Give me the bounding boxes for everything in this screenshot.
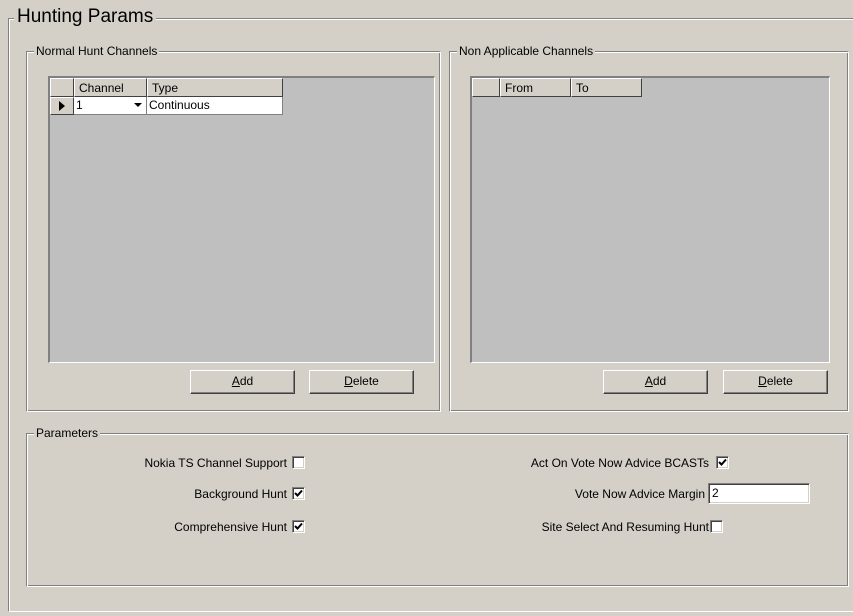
column-header-to[interactable]: To (571, 78, 642, 97)
non-applicable-add-button[interactable]: Add (603, 370, 708, 394)
add-accel-letter: A (644, 374, 653, 388)
check-icon (294, 522, 303, 530)
comprehensive-hunt-checkbox[interactable] (292, 520, 305, 533)
channel-value: 1 (76, 98, 83, 112)
normal-hunt-channels-title: Normal Hunt Channels (34, 44, 160, 58)
parameters-title: Parameters (34, 426, 101, 440)
column-header-from[interactable]: From (500, 78, 571, 97)
act-on-vote-now-advice-label: Act On Vote Now Advice BCASTs (530, 456, 709, 470)
vote-now-advice-margin-input[interactable]: 2 (708, 483, 810, 504)
channel-dropdown-button[interactable] (130, 97, 146, 113)
nokia-ts-channel-support-label: Nokia TS Channel Support (144, 456, 287, 470)
non-applicable-grid[interactable]: From To (470, 76, 830, 363)
channel-cell[interactable]: 1 (74, 97, 147, 115)
hunting-params-title: Hunting Params (14, 6, 157, 28)
act-on-vote-now-advice-checkbox[interactable] (716, 456, 729, 469)
normal-add-button[interactable]: Add (190, 370, 295, 394)
column-header-type[interactable]: Type (147, 78, 283, 97)
vote-now-advice-margin-label: Vote Now Advice Margin (574, 487, 705, 501)
non-applicable-delete-button[interactable]: Delete (723, 370, 828, 394)
background-hunt-label: Background Hunt (194, 487, 287, 501)
current-row-arrow-icon (59, 101, 65, 111)
site-select-resuming-hunt-checkbox[interactable] (710, 520, 723, 533)
background-hunt-checkbox[interactable] (292, 487, 305, 500)
grid-corner-header (472, 78, 500, 97)
non-applicable-channels-title: Non Applicable Channels (457, 44, 596, 58)
add-accel-letter: A (231, 374, 240, 388)
type-cell[interactable]: Continuous (147, 97, 283, 115)
check-icon (718, 458, 727, 466)
delete-accel-letter: D (758, 374, 767, 388)
normal-hunt-grid[interactable]: Channel Type 1 Continuous (48, 76, 435, 363)
add-label-rest: dd (239, 374, 254, 388)
site-select-resuming-hunt-label: Site Select And Resuming Hunt (541, 520, 709, 534)
comprehensive-hunt-label: Comprehensive Hunt (174, 520, 287, 534)
delete-label-rest: elete (766, 374, 793, 388)
column-header-channel[interactable]: Channel (74, 78, 147, 97)
row-selector[interactable] (50, 97, 74, 115)
delete-label-rest: elete (352, 374, 379, 388)
nokia-ts-channel-support-checkbox[interactable] (292, 456, 305, 469)
delete-accel-letter: D (344, 374, 353, 388)
normal-delete-button[interactable]: Delete (309, 370, 414, 394)
grid-corner-header (50, 78, 74, 97)
chevron-down-icon (134, 103, 142, 107)
add-label-rest: dd (652, 374, 667, 388)
check-icon (294, 489, 303, 497)
